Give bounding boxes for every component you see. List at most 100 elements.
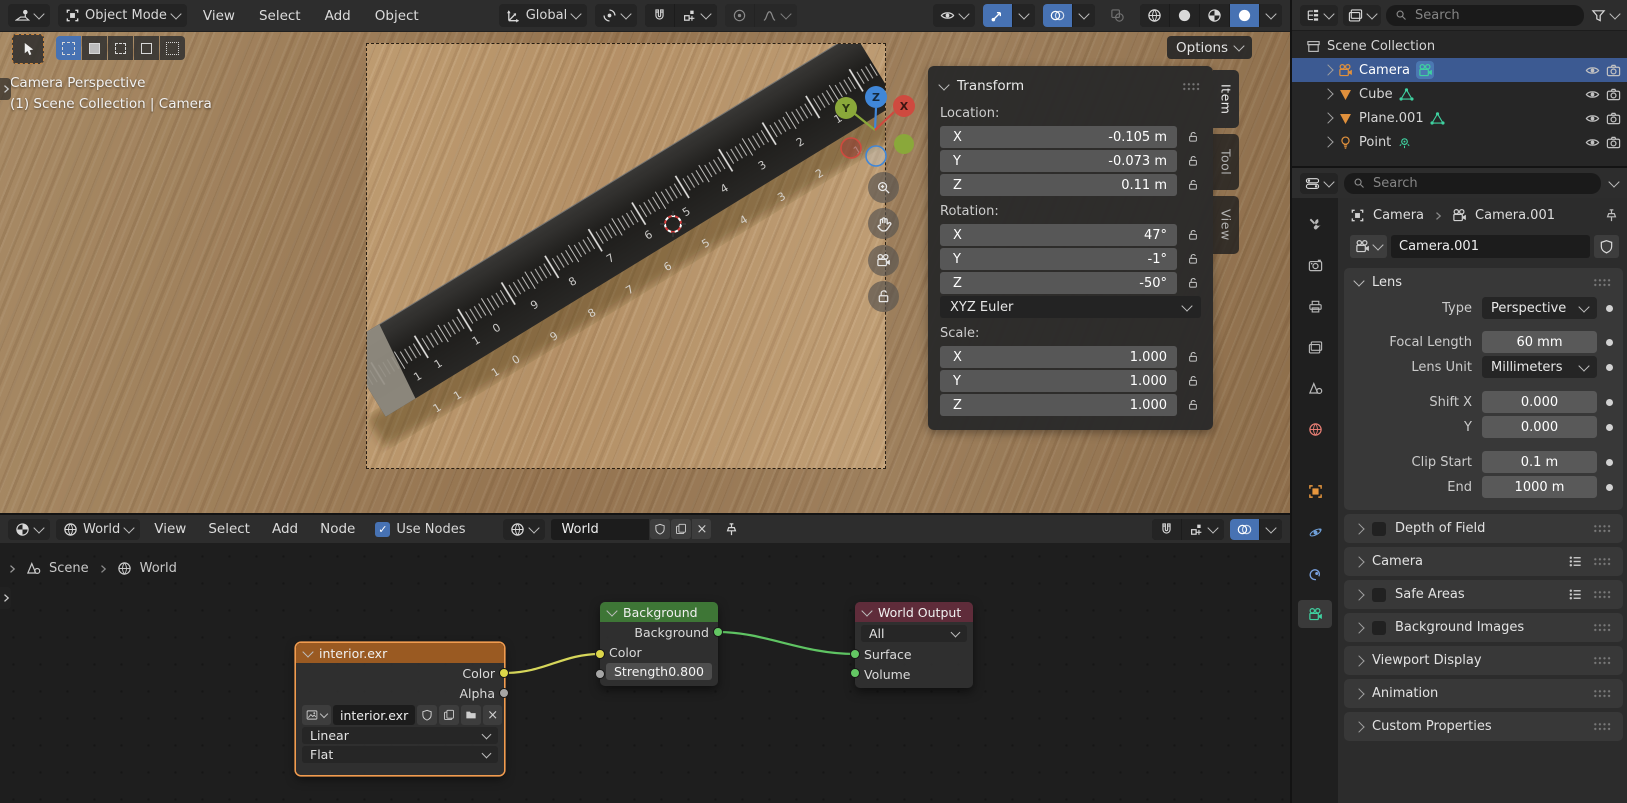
scale-x-field[interactable]: X1.000 xyxy=(940,346,1177,368)
use-nodes-toggle[interactable]: ✓ Use Nodes xyxy=(375,522,465,537)
show-hide-dropdown[interactable] xyxy=(933,4,975,27)
node-background[interactable]: Background Background Color Strength 0.8… xyxy=(600,602,718,686)
image-fake-user-button[interactable] xyxy=(417,705,437,725)
camera-panel[interactable]: Camera xyxy=(1344,547,1623,576)
scale-z-field[interactable]: Z1.000 xyxy=(940,394,1177,416)
tab-scene[interactable] xyxy=(1298,374,1332,402)
node-canvas[interactable]: Scene World interior.exr Color Alpha i xyxy=(0,543,1290,803)
shading-solid-button[interactable] xyxy=(1170,4,1199,27)
gizmo-minus-z-ball[interactable] xyxy=(866,146,886,166)
shift-y-field[interactable]: 0.000 xyxy=(1482,416,1597,438)
animate-dot[interactable] xyxy=(1606,305,1613,312)
rotation-x-field[interactable]: X47° xyxy=(940,224,1177,246)
rotation-mode-dropdown[interactable]: XYZ Euler xyxy=(940,296,1201,318)
presets-list-icon[interactable] xyxy=(1568,554,1583,569)
select-mode-invert-button[interactable] xyxy=(134,36,159,60)
tab-object[interactable] xyxy=(1298,477,1332,505)
node-editor-type-button[interactable] xyxy=(8,519,50,540)
outliner-filter-id-dropdown[interactable] xyxy=(1343,5,1381,26)
tab-render[interactable] xyxy=(1298,251,1332,279)
rotation-z-field[interactable]: Z-50° xyxy=(940,272,1177,294)
lock-scale-z-button[interactable] xyxy=(1185,399,1201,411)
depth-of-field-panel[interactable]: Depth of Field xyxy=(1344,514,1623,543)
scale-y-field[interactable]: Y1.000 xyxy=(940,370,1177,392)
image-unlink-button[interactable]: × xyxy=(483,705,502,725)
toolbar-expand-arrow[interactable] xyxy=(0,78,11,100)
viewport-canvas[interactable]: 11 10 9 8 7 6 5 4 3 2 1 11 10 9 8 7 6 5 … xyxy=(0,32,1290,513)
shading-rendered-button[interactable] xyxy=(1230,4,1259,27)
background-strength-input-socket[interactable] xyxy=(595,669,605,679)
node-snap-settings-dropdown[interactable] xyxy=(1182,519,1224,540)
expand-icon[interactable] xyxy=(1322,88,1333,99)
animate-dot[interactable] xyxy=(1606,424,1613,431)
lock-scale-y-button[interactable] xyxy=(1185,375,1201,387)
breadcrumb-data[interactable]: Camera.001 xyxy=(1475,208,1555,223)
select-mode-new-button[interactable] xyxy=(56,36,81,60)
safe-areas-panel[interactable]: Safe Areas xyxy=(1344,580,1623,609)
location-z-field[interactable]: Z0.11 m xyxy=(940,174,1177,196)
projection-dropdown[interactable]: Flat xyxy=(302,746,498,763)
outliner-row-scene-collection[interactable]: Scene Collection xyxy=(1292,34,1627,58)
tab-tool[interactable] xyxy=(1298,210,1332,238)
properties-options-dropdown[interactable] xyxy=(1607,172,1621,195)
world-name-field[interactable]: World xyxy=(551,519,649,540)
tab-view-layer[interactable] xyxy=(1298,333,1332,361)
sidebar-tab-view[interactable]: View xyxy=(1213,196,1239,254)
render-visibility-icon[interactable] xyxy=(1606,135,1621,150)
tab-physics[interactable] xyxy=(1298,518,1332,546)
node-overlays-dropdown[interactable] xyxy=(1260,519,1282,540)
panel-grip[interactable] xyxy=(1182,82,1201,91)
rotation-y-field[interactable]: Y-1° xyxy=(940,248,1177,270)
volume-input-socket[interactable] xyxy=(850,668,860,678)
outliner-display-mode-dropdown[interactable] xyxy=(1300,5,1338,26)
animate-dot[interactable] xyxy=(1606,364,1613,371)
hide-eye-icon[interactable] xyxy=(1585,135,1600,150)
outliner-filter-dropdown[interactable] xyxy=(1589,4,1621,27)
clip-end-field[interactable]: 1000 m xyxy=(1482,476,1597,498)
animate-dot[interactable] xyxy=(1606,484,1613,491)
node-menu-node[interactable]: Node xyxy=(312,521,363,537)
proportional-edit-button[interactable] xyxy=(725,4,754,27)
custom-properties-panel[interactable]: Custom Properties xyxy=(1344,712,1623,741)
focal-length-field[interactable]: 60 mm xyxy=(1482,331,1597,353)
snap-settings-dropdown[interactable] xyxy=(675,4,717,27)
sidebar-tab-tool[interactable]: Tool xyxy=(1213,134,1239,190)
menu-select[interactable]: Select xyxy=(251,8,309,24)
clip-start-field[interactable]: 0.1 m xyxy=(1482,451,1597,473)
panel-grip[interactable] xyxy=(1593,722,1612,731)
shading-settings-dropdown[interactable] xyxy=(1260,4,1282,27)
world-output-node-header[interactable]: World Output xyxy=(855,602,973,622)
outliner-row-point[interactable]: Point xyxy=(1292,130,1627,154)
editor-type-button[interactable] xyxy=(8,4,50,27)
lens-panel-header[interactable]: Lens xyxy=(1344,268,1623,297)
menu-add[interactable]: Add xyxy=(317,8,359,24)
camera-view-button[interactable] xyxy=(868,245,899,276)
transform-panel-header[interactable]: Transform xyxy=(940,74,1201,98)
location-x-field[interactable]: X-0.105 m xyxy=(940,126,1177,148)
show-gizmo-button[interactable] xyxy=(983,4,1012,27)
show-overlays-button[interactable] xyxy=(1043,4,1072,27)
lens-unit-dropdown[interactable]: Millimeters xyxy=(1482,356,1597,378)
lens-type-dropdown[interactable]: Perspective xyxy=(1482,297,1597,319)
camera-data-name-field[interactable]: Camera.001 xyxy=(1391,235,1590,258)
sidebar-tab-item[interactable]: Item xyxy=(1213,70,1239,128)
shading-wireframe-button[interactable] xyxy=(1140,4,1169,27)
env-color-output-socket[interactable] xyxy=(499,668,509,678)
background-node-header[interactable]: Background xyxy=(600,602,718,622)
shading-material-button[interactable] xyxy=(1200,4,1229,27)
xray-toggle-button[interactable] xyxy=(1103,4,1132,27)
options-dropdown[interactable]: Options xyxy=(1167,36,1252,59)
animate-dot[interactable] xyxy=(1606,339,1613,346)
node-menu-view[interactable]: View xyxy=(146,521,194,537)
background-images-checkbox[interactable] xyxy=(1372,621,1386,635)
outliner-search[interactable] xyxy=(1386,5,1584,26)
pivot-point-dropdown[interactable] xyxy=(595,4,637,27)
background-images-panel[interactable]: Background Images xyxy=(1344,613,1623,642)
hide-eye-icon[interactable] xyxy=(1585,63,1600,78)
viewport-display-panel[interactable]: Viewport Display xyxy=(1344,646,1623,675)
camera-datablock-dropdown[interactable] xyxy=(1350,235,1387,258)
properties-editor-type-button[interactable] xyxy=(1300,173,1338,194)
background-color-input-socket[interactable] xyxy=(595,649,605,659)
depth-of-field-checkbox[interactable] xyxy=(1372,522,1386,536)
strength-field[interactable]: Strength 0.800 xyxy=(606,663,712,680)
